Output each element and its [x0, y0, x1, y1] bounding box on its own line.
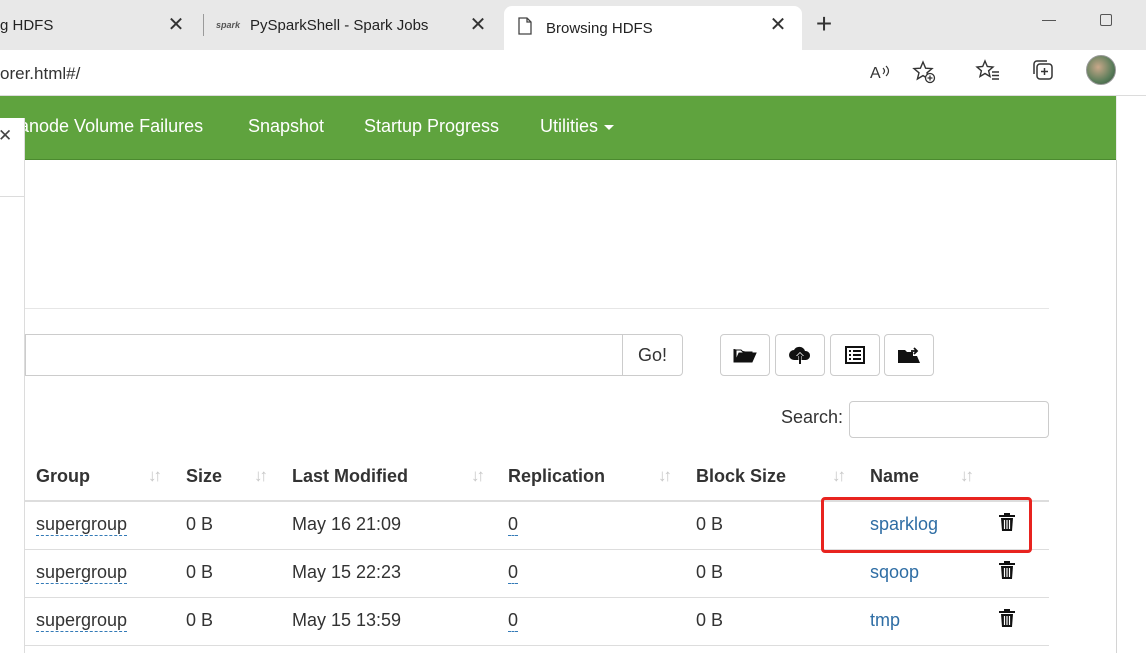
close-icon[interactable]: ✕ — [768, 15, 788, 35]
search-input[interactable] — [849, 401, 1049, 438]
group-cell[interactable]: supergroup — [36, 610, 128, 632]
name-link[interactable]: tmp — [870, 610, 900, 631]
group-cell[interactable]: supergroup — [36, 562, 128, 584]
collections-icon[interactable] — [1029, 56, 1057, 84]
block-size-cell: 0 B — [696, 562, 724, 582]
address-bar[interactable]: orer.html#/ — [0, 54, 955, 92]
browser-tab-bar: g HDFS ✕ spark PySparkShell - Spark Jobs… — [0, 0, 1146, 50]
column-header-group[interactable]: Group — [36, 466, 90, 487]
modified-cell: May 16 21:09 — [292, 514, 402, 534]
highlight-box — [821, 497, 1032, 553]
modified-cell: May 15 22:23 — [292, 562, 402, 582]
row-divider — [25, 597, 1049, 598]
maximize-icon[interactable] — [1100, 14, 1112, 26]
hdfs-navbar: anode Volume Failures Snapshot Startup P… — [0, 96, 1116, 160]
size-cell: 0 B — [186, 514, 214, 534]
nav-item-datanode-volume-failures[interactable]: anode Volume Failures — [19, 116, 203, 137]
sort-icon[interactable]: ↓↑ — [148, 466, 162, 486]
tab-separator — [203, 14, 204, 36]
page-icon — [518, 17, 532, 39]
divider — [25, 308, 1049, 309]
list-alt-icon — [845, 346, 865, 364]
trash-icon[interactable] — [998, 560, 1016, 580]
block-size-cell: 0 B — [696, 514, 724, 534]
minimize-icon[interactable] — [1042, 20, 1056, 21]
tab-title: Browsing HDFS — [546, 19, 653, 37]
nav-item-snapshot[interactable]: Snapshot — [248, 116, 324, 137]
close-icon[interactable]: ✕ — [166, 15, 186, 35]
sort-icon[interactable]: ↓↑ — [832, 466, 846, 486]
tab-title: PySparkShell - Spark Jobs — [250, 16, 429, 34]
close-icon[interactable]: ✕ — [468, 15, 488, 35]
caret-down-icon — [604, 124, 615, 130]
sort-icon[interactable]: ↓↑ — [471, 466, 485, 486]
replication-cell[interactable]: 0 — [508, 610, 519, 632]
search-label: Search: — [781, 407, 844, 427]
column-header-size[interactable]: Size — [186, 466, 222, 487]
cloud-upload-icon — [789, 346, 811, 364]
trash-icon[interactable] — [998, 608, 1016, 628]
replication-cell[interactable]: 0 — [508, 514, 519, 536]
spark-icon: spark — [216, 20, 241, 30]
row-divider — [25, 645, 1049, 646]
tab-spark-jobs[interactable]: spark PySparkShell - Spark Jobs ✕ — [206, 0, 502, 50]
folder-move-icon — [898, 347, 920, 363]
move-files-button[interactable] — [884, 334, 934, 376]
block-size-cell: 0 B — [696, 610, 724, 630]
side-panel: ✕ — [0, 118, 25, 653]
nav-item-startup-progress[interactable]: Startup Progress — [364, 116, 499, 137]
sort-icon[interactable]: ↓↑ — [960, 466, 974, 486]
favorites-icon[interactable] — [974, 56, 1002, 84]
column-header-name[interactable]: Name — [870, 466, 919, 487]
address-text: orer.html#/ — [0, 64, 81, 83]
tab-browsing-hdfs-active[interactable]: Browsing HDFS ✕ — [504, 6, 802, 50]
add-favorite-icon[interactable] — [910, 58, 938, 86]
create-directory-button[interactable] — [720, 334, 770, 376]
folder-open-icon — [733, 349, 757, 363]
go-button[interactable]: Go! — [622, 334, 683, 376]
modified-cell: May 15 13:59 — [292, 610, 402, 630]
column-header-block-size[interactable]: Block Size — [696, 466, 786, 487]
group-cell[interactable]: supergroup — [36, 514, 128, 536]
replication-cell[interactable]: 0 — [508, 562, 519, 584]
cut-paste-button[interactable] — [830, 334, 880, 376]
scrollbar[interactable] — [1116, 96, 1146, 653]
directory-path-input[interactable] — [25, 334, 623, 376]
nav-item-utilities-label: Utilities — [540, 116, 599, 136]
size-cell: 0 B — [186, 562, 214, 582]
size-cell: 0 B — [186, 610, 214, 630]
read-aloud-icon[interactable]: A — [866, 58, 894, 86]
divider — [0, 196, 25, 197]
new-tab-button[interactable]: + — [811, 10, 837, 38]
column-header-replication[interactable]: Replication — [508, 466, 605, 487]
content-border — [1116, 160, 1117, 653]
tab-title: g HDFS — [0, 16, 54, 34]
sort-icon[interactable]: ↓↑ — [254, 466, 268, 486]
tab-browsing-hdfs-1[interactable]: g HDFS ✕ — [0, 0, 200, 50]
svg-text:A: A — [870, 65, 881, 82]
nav-item-utilities[interactable]: Utilities — [540, 116, 615, 137]
name-link[interactable]: sqoop — [870, 562, 919, 583]
upload-files-button[interactable] — [775, 334, 825, 376]
close-icon[interactable]: ✕ — [0, 126, 12, 146]
address-bar-row: orer.html#/ A — [0, 50, 1146, 96]
sort-icon[interactable]: ↓↑ — [658, 466, 672, 486]
column-header-last-modified[interactable]: Last Modified — [292, 466, 408, 487]
profile-avatar[interactable] — [1086, 55, 1116, 85]
